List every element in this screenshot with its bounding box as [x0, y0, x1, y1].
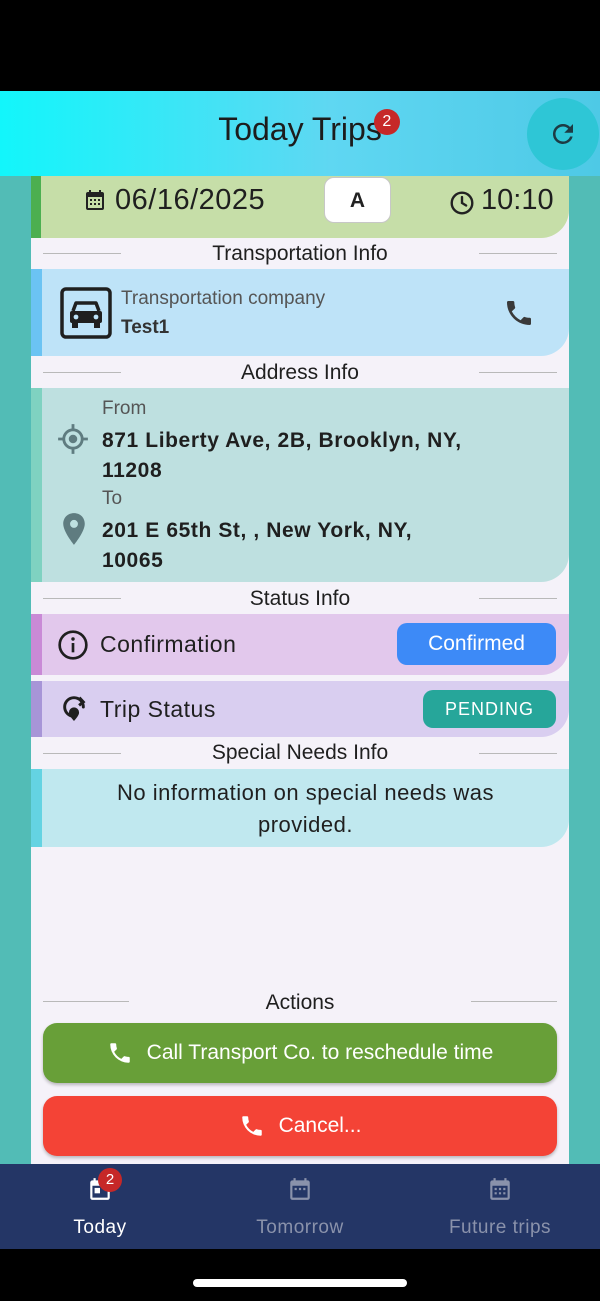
trip-letter-button[interactable]: A — [324, 177, 391, 223]
home-indicator-area — [0, 1249, 600, 1301]
tab-future-trips[interactable]: Future trips — [400, 1164, 600, 1249]
trip-card: 06/16/2025 A 10:10 Transportation Info T… — [31, 176, 569, 1164]
transportation-company-name: Test1 — [121, 317, 170, 338]
car-icon — [60, 287, 112, 339]
tab-future-trips-label: Future trips — [448, 1217, 552, 1238]
from-label: From — [102, 398, 147, 419]
trip-time: 10:10 — [481, 184, 554, 216]
calendar-month-icon — [490, 1178, 510, 1200]
transportation-company-label: Transportation company — [121, 288, 326, 309]
confirmation-label: Confirmation — [100, 631, 237, 657]
to-label: To — [102, 488, 123, 509]
transportation-panel: Transportation company Test1 — [31, 269, 569, 356]
home-indicator[interactable] — [193, 1279, 407, 1287]
tab-today-badge: 2 — [98, 1168, 122, 1192]
calendar-icon — [86, 190, 104, 210]
trip-status-panel: Trip Status PENDING — [31, 681, 569, 737]
from-address-line2: 11208 — [102, 459, 163, 482]
trip-status-label: Trip Status — [100, 696, 216, 722]
call-transport-button[interactable]: Call Transport Co. to reschedule time — [43, 1023, 557, 1083]
trip-status-icon — [63, 696, 86, 721]
location-pin-icon — [63, 513, 85, 545]
trip-status-badge: PENDING — [423, 690, 556, 728]
info-icon — [58, 630, 88, 660]
cancel-label: Cancel... — [278, 1114, 362, 1137]
to-address-line2: 10065 — [102, 549, 164, 572]
special-needs-text: No information on special needs was prov… — [42, 777, 569, 841]
to-address: 201 E 65th St, , New York, NY, 10065 — [102, 516, 412, 576]
phone-icon[interactable] — [503, 297, 535, 329]
special-needs-line1: No information on special needs was — [116, 780, 495, 805]
phone-icon — [241, 1116, 262, 1136]
clock-icon — [450, 191, 474, 215]
cancel-button[interactable]: Cancel... — [43, 1096, 557, 1156]
special-needs-line2: provided. — [257, 812, 353, 837]
refresh-icon — [552, 123, 573, 144]
section-title-status: Status Info — [249, 587, 351, 610]
call-transport-label: Call Transport Co. to reschedule time — [146, 1041, 494, 1064]
confirmation-panel: Confirmation Confirmed — [31, 614, 569, 675]
section-title-transportation: Transportation Info — [212, 242, 388, 265]
app-header: Today Trips 2 — [0, 91, 600, 176]
confirmation-status-badge: Confirmed — [397, 623, 556, 665]
address-panel: From 871 Liberty Ave, 2B, Brooklyn, NY, … — [31, 388, 569, 582]
trip-date-row: 06/16/2025 A 10:10 — [31, 176, 569, 238]
phone-icon — [109, 1043, 130, 1063]
page-title: Today Trips — [218, 111, 382, 147]
section-title-actions: Actions — [265, 991, 335, 1014]
bottom-tab-bar: 2 Today Tomorrow Future trips — [0, 1164, 600, 1249]
tab-today-label: Today — [73, 1217, 127, 1238]
calendar-icon — [290, 1178, 310, 1200]
page-title-container: Today Trips 2 — [0, 109, 600, 148]
section-title-address: Address Info — [241, 361, 359, 384]
from-address-line1: 871 Liberty Ave, 2B, Brooklyn, NY, — [102, 429, 462, 452]
crosshair-icon — [58, 424, 88, 454]
status-bar — [0, 0, 600, 91]
special-needs-panel: No information on special needs was prov… — [31, 769, 569, 847]
section-title-special-needs: Special Needs Info — [211, 741, 389, 764]
tab-tomorrow-label: Tomorrow — [256, 1217, 344, 1238]
trip-date: 06/16/2025 — [115, 184, 266, 216]
refresh-button[interactable] — [527, 98, 599, 170]
tab-today[interactable]: 2 Today — [0, 1164, 200, 1249]
tab-tomorrow[interactable]: Tomorrow — [200, 1164, 400, 1249]
to-address-line1: 201 E 65th St, , New York, NY, — [102, 519, 413, 542]
from-address: 871 Liberty Ave, 2B, Brooklyn, NY, 11208 — [102, 426, 462, 486]
notification-badge: 2 — [373, 109, 400, 135]
